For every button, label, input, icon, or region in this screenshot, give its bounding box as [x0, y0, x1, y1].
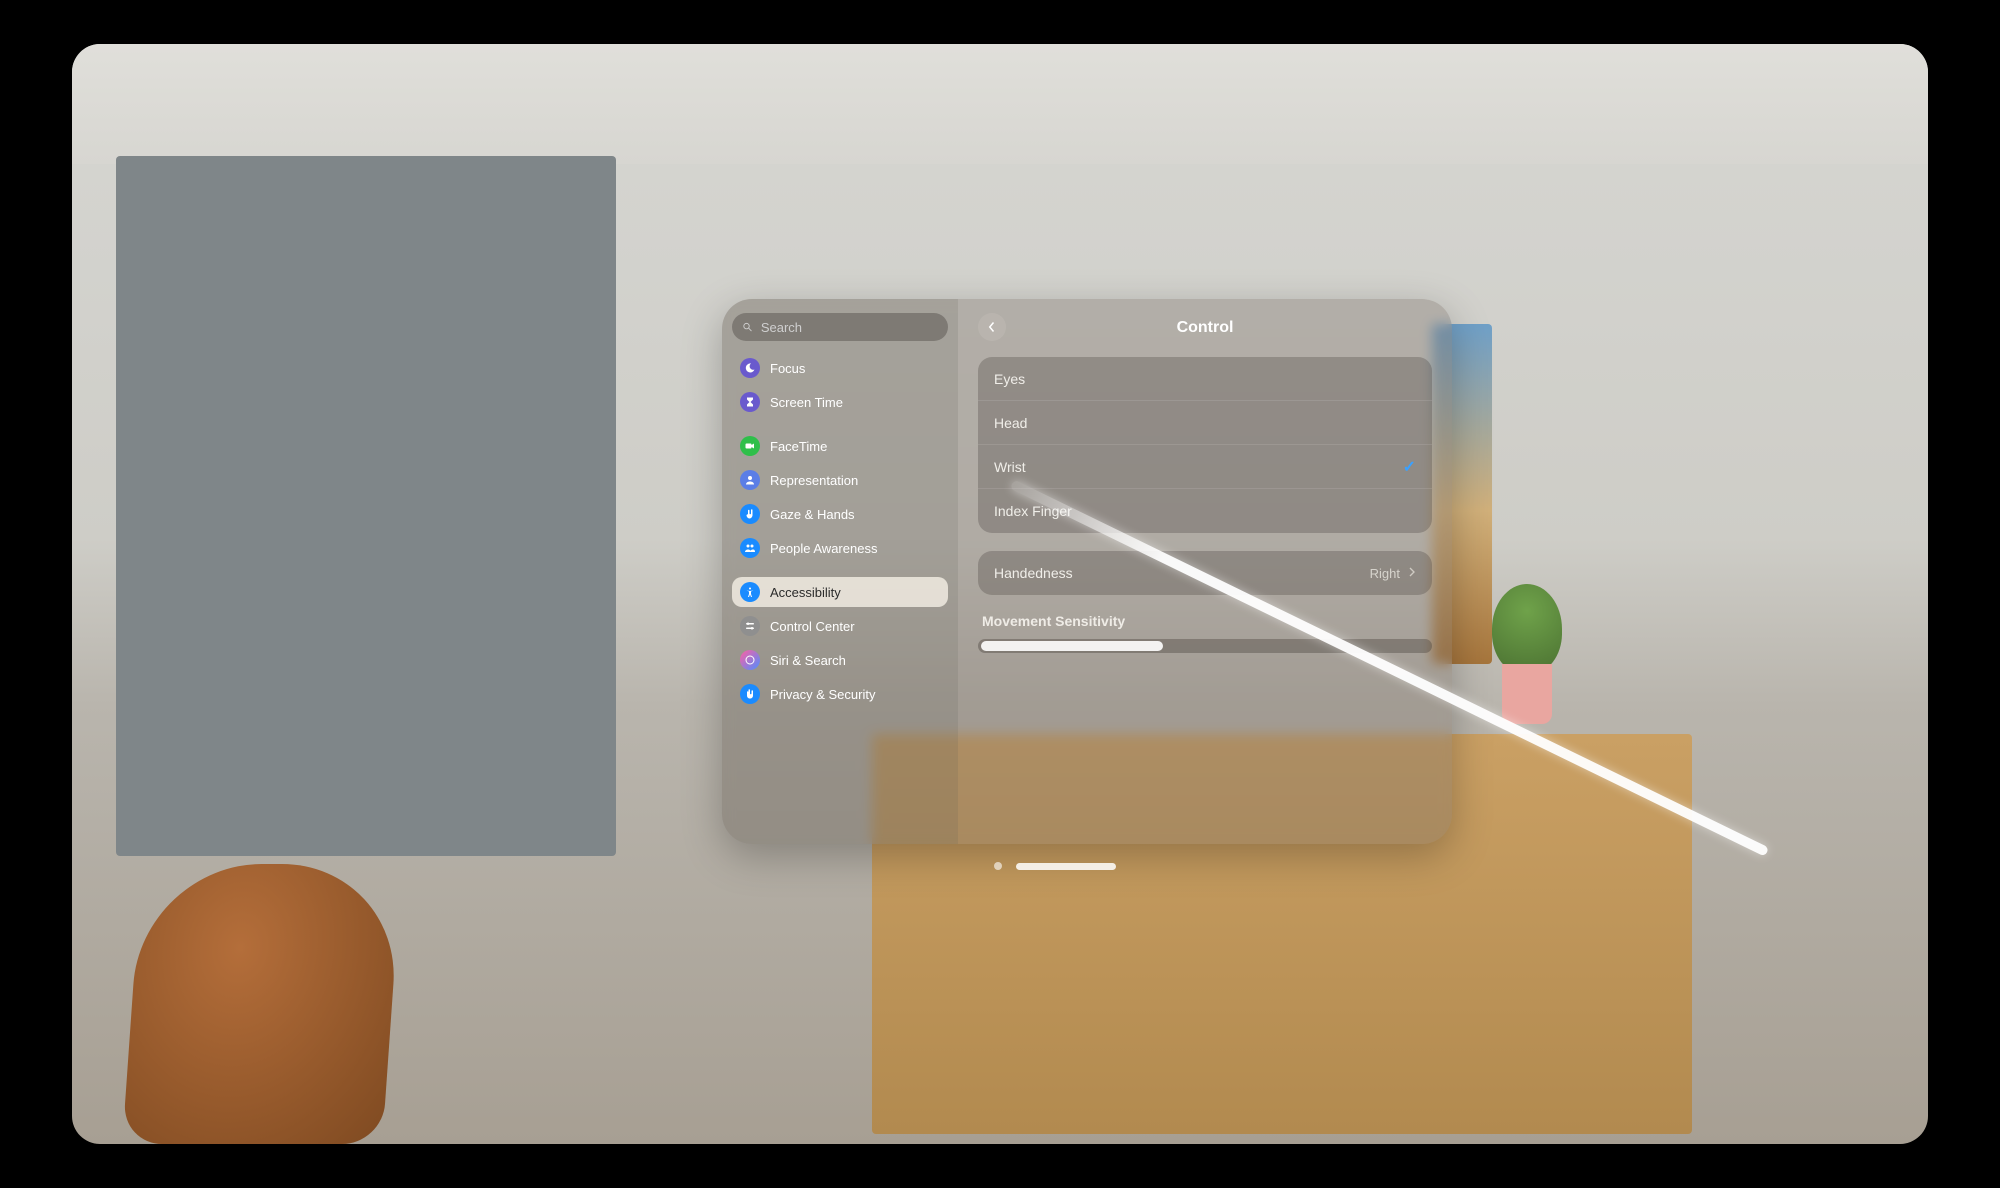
- sidebar-item-label: FaceTime: [770, 439, 827, 454]
- accessibility-icon: [740, 582, 760, 602]
- sensitivity-label: Movement Sensitivity: [982, 613, 1428, 629]
- sidebar-item-label: Representation: [770, 473, 858, 488]
- chevron-right-icon: [1408, 566, 1416, 581]
- chevron-left-icon: [987, 321, 997, 333]
- moon-icon: [740, 358, 760, 378]
- siri-icon: [740, 650, 760, 670]
- sidebar-item-label: Privacy & Security: [770, 687, 875, 702]
- handedness-label: Handedness: [994, 565, 1073, 581]
- sidebar-item-people-awareness[interactable]: People Awareness: [732, 533, 948, 563]
- video-icon: [740, 436, 760, 456]
- option-label: Wrist: [994, 459, 1026, 475]
- option-wrist[interactable]: Wrist ✓: [978, 445, 1432, 489]
- sidebar-item-privacy-security[interactable]: Privacy & Security: [732, 679, 948, 709]
- sidebar-item-label: Accessibility: [770, 585, 841, 600]
- search-field[interactable]: [732, 313, 948, 341]
- sidebar-item-accessibility[interactable]: Accessibility: [732, 577, 948, 607]
- passthrough-viewport: Focus Screen Time FaceTime Representatio…: [72, 44, 1928, 1144]
- sidebar-item-siri-search[interactable]: Siri & Search: [732, 645, 948, 675]
- handedness-value: Right: [1370, 566, 1400, 581]
- detail-title: Control: [1177, 319, 1234, 337]
- window-resize-bar[interactable]: [994, 862, 1116, 870]
- back-button[interactable]: [978, 313, 1006, 341]
- settings-window: Focus Screen Time FaceTime Representatio…: [722, 299, 1452, 844]
- sidebar-item-label: Siri & Search: [770, 653, 846, 668]
- sidebar-item-screen-time[interactable]: Screen Time: [732, 387, 948, 417]
- hourglass-icon: [740, 392, 760, 412]
- sidebar-item-control-center[interactable]: Control Center: [732, 611, 948, 641]
- option-label: Eyes: [994, 371, 1025, 387]
- switches-icon: [740, 616, 760, 636]
- checkmark-icon: ✓: [1403, 457, 1416, 477]
- person-icon: [740, 470, 760, 490]
- settings-sidebar: Focus Screen Time FaceTime Representatio…: [722, 299, 958, 844]
- sidebar-item-label: Control Center: [770, 619, 855, 634]
- people-icon: [740, 538, 760, 558]
- sidebar-item-label: People Awareness: [770, 541, 877, 556]
- option-eyes[interactable]: Eyes: [978, 357, 1432, 401]
- sidebar-item-representation[interactable]: Representation: [732, 465, 948, 495]
- hand-icon: [740, 504, 760, 524]
- detail-header: Control: [978, 313, 1432, 343]
- search-input[interactable]: [761, 320, 938, 335]
- settings-detail: Control Eyes Head Wrist ✓ Index Finger: [958, 299, 1452, 844]
- indicator-dot: [994, 862, 1002, 870]
- option-head[interactable]: Head: [978, 401, 1432, 445]
- slider-fill: [981, 641, 1163, 651]
- sidebar-item-facetime[interactable]: FaceTime: [732, 431, 948, 461]
- sidebar-item-focus[interactable]: Focus: [732, 353, 948, 383]
- room-plant: [1492, 584, 1562, 674]
- hand-raise-icon: [740, 684, 760, 704]
- room-ceiling: [72, 44, 1928, 164]
- sidebar-item-label: Gaze & Hands: [770, 507, 855, 522]
- sidebar-item-label: Screen Time: [770, 395, 843, 410]
- handedness-value-wrap: Right: [1370, 566, 1416, 581]
- room-plant-pot: [1502, 664, 1552, 724]
- sidebar-item-gaze-hands[interactable]: Gaze & Hands: [732, 499, 948, 529]
- option-label: Head: [994, 415, 1027, 431]
- search-icon: [742, 321, 753, 333]
- room-wall-panel: [116, 156, 616, 856]
- room-chair: [122, 864, 402, 1144]
- indicator-bar: [1016, 863, 1116, 870]
- sidebar-item-label: Focus: [770, 361, 805, 376]
